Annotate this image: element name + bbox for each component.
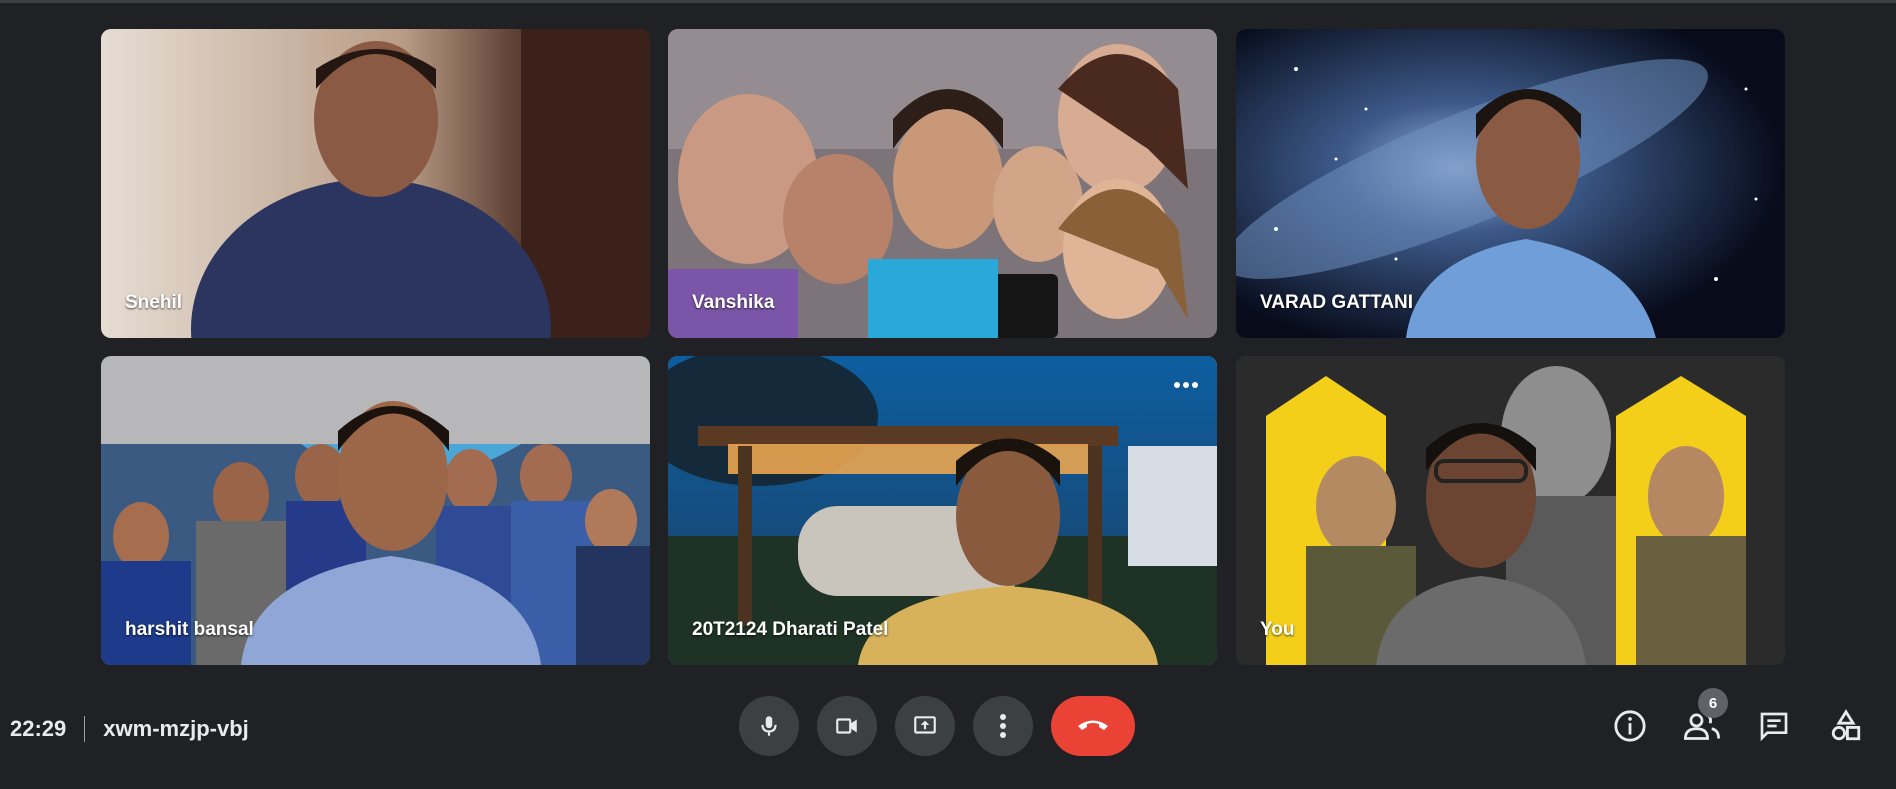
video-feed bbox=[101, 29, 650, 338]
video-grid: Snehil Vanshika VARAD GATTANI harshit ba… bbox=[0, 0, 1896, 680]
present-icon bbox=[914, 716, 936, 734]
info-icon bbox=[1614, 710, 1646, 742]
participant-name: harshit bansal bbox=[125, 619, 254, 640]
divider bbox=[84, 716, 86, 742]
people-button[interactable]: 6 bbox=[1682, 688, 1728, 746]
participant-name: 20T2124 Dharati Patel bbox=[692, 619, 889, 640]
participant-tile-vanshika[interactable]: Vanshika bbox=[668, 29, 1217, 338]
video-feed bbox=[1236, 356, 1785, 665]
camera-icon bbox=[836, 718, 857, 734]
people-count-badge: 6 bbox=[1698, 688, 1728, 718]
mic-icon bbox=[761, 716, 777, 736]
more-dot bbox=[1174, 382, 1180, 388]
call-controls bbox=[739, 696, 1135, 756]
participant-tile-varad-gattani[interactable]: VARAD GATTANI bbox=[1236, 29, 1785, 338]
meeting-details-button[interactable] bbox=[1610, 706, 1650, 746]
more-options-button[interactable] bbox=[1169, 370, 1203, 400]
participant-tile-you[interactable]: You bbox=[1236, 356, 1785, 665]
participant-name: Vanshika bbox=[692, 292, 775, 313]
more-dot bbox=[1192, 382, 1198, 388]
participant-tile-snehil[interactable]: Snehil bbox=[101, 29, 650, 338]
side-panel-buttons: 6 bbox=[1610, 688, 1866, 746]
participant-tile-dharati-patel[interactable]: 20T2124 Dharati Patel bbox=[668, 356, 1217, 665]
more-options-button[interactable] bbox=[973, 696, 1033, 756]
more-dot bbox=[1183, 382, 1189, 388]
meeting-time: 22:29 bbox=[10, 716, 67, 741]
activities-icon bbox=[1831, 709, 1861, 741]
activities-button[interactable] bbox=[1826, 706, 1866, 746]
present-button[interactable] bbox=[895, 696, 955, 756]
participant-name: VARAD GATTANI bbox=[1260, 292, 1414, 313]
more-vert-icon bbox=[1000, 714, 1006, 738]
chat-button[interactable] bbox=[1754, 706, 1794, 746]
meeting-code[interactable]: xwm-mzjp-vbj bbox=[103, 716, 248, 742]
participant-name: You bbox=[1260, 619, 1295, 640]
chat-icon bbox=[1760, 712, 1788, 742]
end-call-icon bbox=[1078, 720, 1108, 730]
meeting-info: 22:29 xwm-mzjp-vbj bbox=[10, 716, 249, 742]
mic-button[interactable] bbox=[739, 696, 799, 756]
camera-button[interactable] bbox=[817, 696, 877, 756]
participant-name: Snehil bbox=[125, 292, 183, 313]
end-call-button[interactable] bbox=[1051, 696, 1135, 756]
participant-tile-harshit-bansal[interactable]: harshit bansal bbox=[101, 356, 650, 665]
control-bar: 22:29 xwm-mzjp-vbj 6 bbox=[0, 680, 1896, 789]
